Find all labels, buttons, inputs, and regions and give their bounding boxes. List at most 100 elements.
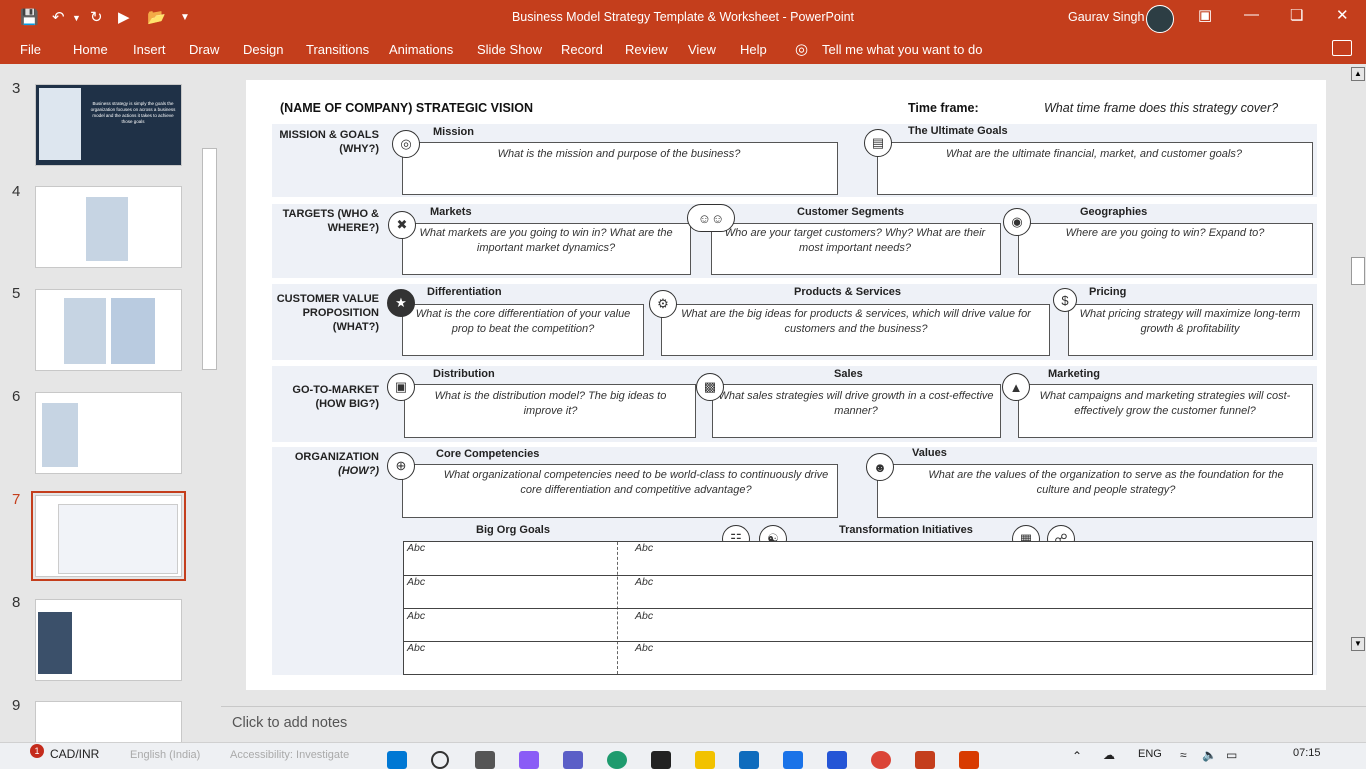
volume-icon[interactable]: 🔈: [1202, 748, 1217, 762]
notes-pane[interactable]: Click to add notes: [221, 706, 1366, 741]
star-icon: ★: [387, 289, 415, 317]
chevron-up-icon[interactable]: ⌃: [1072, 749, 1082, 763]
differentiation-question: What is the core differentiation of your…: [415, 308, 631, 335]
people-icon: ☺☺: [687, 204, 735, 232]
power-automate-icon[interactable]: [827, 751, 847, 769]
clock-time[interactable]: 07:15: [1293, 747, 1321, 759]
slide-number: 6: [12, 388, 21, 405]
table-cell[interactable]: Abc: [407, 576, 425, 588]
pricing-question: What pricing strategy will maximize long…: [1079, 308, 1301, 335]
slide-thumbnail-7[interactable]: [31, 491, 186, 581]
slide-thumbnail-5[interactable]: [35, 289, 182, 371]
slide-thumbnail-4[interactable]: [35, 186, 182, 268]
timeframe-question: What time frame does this strategy cover…: [1044, 101, 1279, 115]
teams-icon[interactable]: [563, 751, 583, 769]
dollar-icon: $: [1053, 288, 1077, 312]
table-cell[interactable]: Abc: [407, 542, 425, 554]
table-cell[interactable]: Abc: [407, 642, 425, 654]
slide-thumbnail-9[interactable]: [35, 701, 182, 743]
windows-start-icon[interactable]: [387, 751, 407, 769]
table-cell[interactable]: Abc: [635, 576, 653, 588]
outlook-icon[interactable]: [739, 751, 759, 769]
values-title: Values: [912, 447, 947, 459]
section-organization-sub: (HOW?): [338, 465, 379, 477]
sales-chart-icon: ▩: [696, 373, 724, 401]
tab-transitions[interactable]: Transitions: [306, 42, 369, 57]
mission-question: What is the mission and purpose of the b…: [497, 148, 741, 160]
tab-slide-show[interactable]: Slide Show: [477, 42, 542, 57]
canvas-scrollbar[interactable]: ▲ ▼: [1349, 64, 1366, 704]
team-icon: ☻: [866, 453, 894, 481]
tab-design[interactable]: Design: [243, 42, 283, 57]
tab-insert[interactable]: Insert: [133, 42, 166, 57]
avatar[interactable]: [1146, 5, 1174, 33]
task-view-icon[interactable]: [475, 751, 495, 769]
wifi-icon[interactable]: ≈: [1180, 748, 1187, 762]
mission-title: Mission: [433, 126, 474, 138]
ticker-name[interactable]: CAD/INR: [50, 747, 99, 761]
slide-number: 5: [12, 285, 21, 302]
tab-review[interactable]: Review: [625, 42, 668, 57]
lightbulb-icon[interactable]: ◎: [795, 40, 808, 58]
myhp-icon[interactable]: [783, 751, 803, 769]
table-cell[interactable]: Abc: [635, 610, 653, 622]
language-indicator[interactable]: ENG: [1138, 748, 1162, 760]
tab-view[interactable]: View: [688, 42, 716, 57]
tab-animations[interactable]: Animations: [389, 42, 453, 57]
tab-file[interactable]: File: [20, 42, 41, 57]
scroll-down-icon[interactable]: ▼: [1351, 637, 1365, 651]
section-mission-goals: MISSION & GOALS (WHY?): [279, 129, 379, 155]
notion-icon[interactable]: [651, 751, 671, 769]
accessibility-status[interactable]: Accessibility: Investigate: [230, 749, 349, 761]
geographies-title: Geographies: [1080, 206, 1148, 218]
minimize-icon[interactable]: —: [1244, 6, 1259, 23]
close-icon[interactable]: ✕: [1336, 6, 1349, 24]
tab-draw[interactable]: Draw: [189, 42, 219, 57]
products-question: What are the big ideas for products & se…: [681, 308, 1031, 335]
table-cell[interactable]: Abc: [407, 610, 425, 622]
thumbnail-text: Business strategy is simply the goals th…: [90, 101, 176, 124]
timeframe-label: Time frame:: [908, 101, 979, 115]
thumbnail-scrollbar-thumb[interactable]: [202, 148, 217, 370]
file-explorer-icon[interactable]: [695, 751, 715, 769]
scroll-up-icon[interactable]: ▲: [1351, 67, 1365, 81]
gears-icon: ⚙: [649, 290, 677, 318]
slide-thumbnail-3[interactable]: Business strategy is simply the goals th…: [35, 84, 182, 166]
goals-question: What are the ultimate financial, market,…: [946, 148, 1242, 160]
notes-placeholder[interactable]: Click to add notes: [232, 715, 347, 731]
language-status: English (India): [130, 749, 201, 761]
powerpoint-icon[interactable]: [915, 751, 935, 769]
slide-thumbnails-pane: 3 Business strategy is simply the goals …: [0, 64, 218, 743]
table-cell[interactable]: Abc: [635, 642, 653, 654]
slide-number: 7: [12, 491, 21, 508]
tab-home[interactable]: Home: [73, 42, 108, 57]
slide-thumbnail-8[interactable]: [35, 599, 182, 681]
products-title: Products & Services: [794, 286, 901, 298]
segments-title: Customer Segments: [797, 206, 904, 218]
tab-help[interactable]: Help: [740, 42, 767, 57]
scrollbar-thumb[interactable]: [1351, 257, 1365, 285]
snipping-tool-icon[interactable]: [959, 751, 979, 769]
table-cell[interactable]: Abc: [635, 542, 653, 554]
ribbon-display-icon[interactable]: ▣: [1198, 6, 1212, 24]
notification-badge: 1: [30, 744, 44, 758]
tell-me-search[interactable]: Tell me what you want to do: [822, 42, 982, 57]
slide-number: 9: [12, 697, 21, 714]
tools-icon: ✖: [388, 211, 416, 239]
onedrive-icon[interactable]: ☁: [1103, 748, 1115, 762]
search-icon[interactable]: [431, 751, 449, 769]
battery-icon[interactable]: ▭: [1226, 748, 1237, 762]
user-name[interactable]: Gaurav Singh: [1068, 10, 1144, 24]
truck-icon: ▣: [387, 373, 415, 401]
slide-thumbnail-6[interactable]: [35, 392, 182, 474]
edge-icon[interactable]: [607, 751, 627, 769]
core-competencies-question: What organizational competencies need to…: [443, 469, 829, 496]
copilot-icon[interactable]: [519, 751, 539, 769]
slide[interactable]: (NAME OF COMPANY) STRATEGIC VISION Time …: [246, 80, 1326, 690]
maximize-icon[interactable]: ❏: [1290, 6, 1303, 24]
tab-record[interactable]: Record: [561, 42, 603, 57]
sales-question: What sales strategies will drive growth …: [718, 390, 994, 417]
comments-icon[interactable]: [1332, 40, 1352, 56]
distribution-title: Distribution: [433, 368, 495, 380]
chrome-icon[interactable]: [871, 751, 891, 769]
